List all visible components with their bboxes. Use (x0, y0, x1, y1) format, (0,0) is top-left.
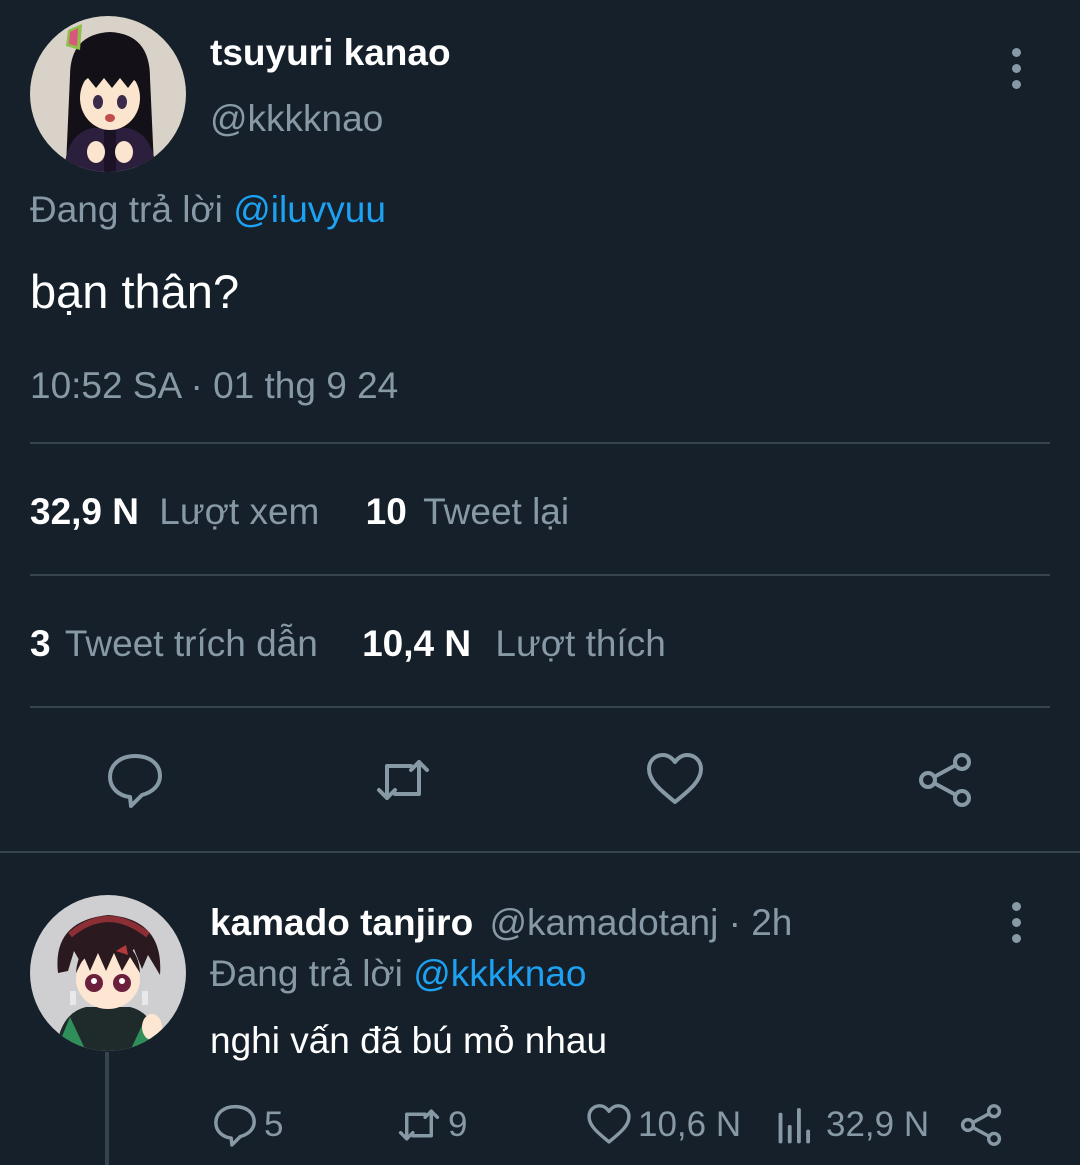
like-button[interactable]: 10,6 N (586, 1098, 741, 1152)
reply-header: kamado tanjiro @kamadotanj · 2h (210, 902, 792, 944)
replying-to-line: Đang trả lời @kkkknao (210, 953, 586, 995)
divider (30, 574, 1050, 576)
reply-button[interactable]: 5 (212, 1098, 283, 1152)
handle-and-time[interactable]: @kamadotanj · 2h (489, 902, 792, 943)
retweet-icon (398, 1109, 440, 1141)
display-name[interactable]: tsuyuri kanao (210, 32, 451, 74)
user-handle[interactable]: @kkkknao (210, 98, 383, 140)
like-icon (587, 1104, 631, 1144)
analytics-icon (778, 1108, 811, 1144)
quotes-count: 3 (30, 623, 51, 664)
views-button[interactable]: 32,9 N (774, 1098, 929, 1152)
like-icon[interactable] (645, 750, 705, 810)
views-stat[interactable]: 32,9 N Lượt xem (30, 491, 319, 533)
retweets-label: Tweet lại (423, 491, 570, 532)
retweet-count: 9 (448, 1105, 468, 1144)
views-label: Lượt xem (159, 491, 320, 532)
replying-to-label: Đang trả lời (30, 189, 223, 230)
thread-line (105, 1052, 109, 1165)
more-options-icon[interactable] (1006, 900, 1026, 944)
likes-stat[interactable]: 10,4 N Lượt thích (362, 623, 666, 665)
likes-count: 10,4 N (362, 623, 472, 664)
stats-row: 32,9 N Lượt xem 10 Tweet lại (30, 491, 569, 533)
avatar[interactable] (30, 895, 186, 1051)
replying-to-line: Đang trả lời @iluvyuu (30, 189, 386, 231)
mention-link[interactable]: @iluvyuu (233, 189, 386, 230)
retweets-count: 10 (365, 491, 407, 532)
more-options-icon[interactable] (1006, 46, 1026, 90)
tweet-detail-page: tsuyuri kanao @kkkknao Đang trả lời @ilu… (0, 0, 1080, 1165)
reply-icon (214, 1104, 256, 1147)
tweet-text: bạn thân? (30, 265, 240, 318)
section-divider (0, 851, 1080, 853)
avatar-kanao-image (30, 16, 186, 172)
display-name[interactable]: kamado tanjiro (210, 902, 473, 943)
tweet-timestamp[interactable]: 10:52 SA · 01 thg 9 24 (30, 365, 398, 407)
retweet-icon[interactable] (373, 750, 433, 810)
share-icon (960, 1104, 1002, 1146)
main-tweet: tsuyuri kanao @kkkknao Đang trả lời @ilu… (0, 0, 1080, 852)
avatar[interactable] (30, 16, 186, 172)
views-count: 32,9 N (826, 1105, 930, 1144)
quotes-label: Tweet trích dẫn (64, 623, 318, 664)
divider (30, 706, 1050, 708)
mention-link[interactable]: @kkkknao (413, 953, 586, 994)
share-icon[interactable] (915, 750, 975, 810)
retweet-button[interactable]: 9 (396, 1098, 467, 1152)
tweet-text: nghi vấn đã bú mỏ nhau (210, 1020, 608, 1061)
like-count: 10,6 N (638, 1105, 742, 1144)
views-count: 32,9 N (30, 491, 140, 532)
retweets-stat[interactable]: 10 Tweet lại (366, 491, 569, 533)
stats-row: 3 Tweet trích dẫn 10,4 N Lượt thích (30, 623, 666, 665)
divider (30, 442, 1050, 444)
share-button[interactable] (958, 1098, 1004, 1152)
replying-to-label: Đang trả lời (210, 953, 403, 994)
reply-icon[interactable] (105, 750, 165, 810)
likes-label: Lượt thích (495, 623, 666, 664)
avatar-tanjiro-image (30, 895, 186, 1051)
quotes-stat[interactable]: 3 Tweet trích dẫn (30, 623, 318, 665)
reply-count: 5 (264, 1105, 284, 1144)
